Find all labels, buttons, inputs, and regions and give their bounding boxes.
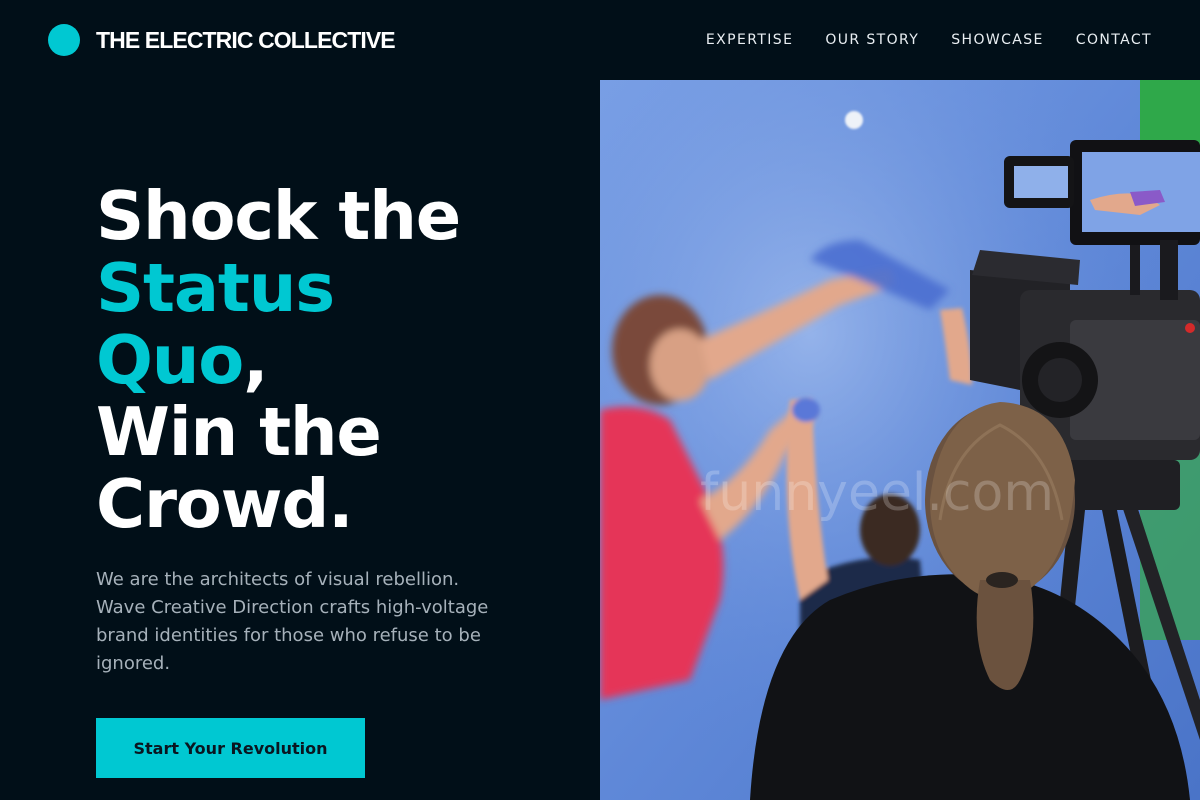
start-revolution-button[interactable]: Start Your Revolution bbox=[96, 718, 365, 778]
brand-name: THE ELECTRIC COLLECTIVE bbox=[96, 26, 396, 53]
hero-photo: funnyeel.com bbox=[600, 80, 1200, 800]
headline-accent-quo: Quo bbox=[96, 321, 244, 399]
site-header: THE ELECTRIC COLLECTIVE EXPERTISE OUR ST… bbox=[0, 0, 1200, 80]
headline-line-4: Win the bbox=[96, 393, 382, 471]
landing-page: THE ELECTRIC COLLECTIVE EXPERTISE OUR ST… bbox=[0, 0, 1200, 800]
film-set-photo: funnyeel.com bbox=[600, 80, 1200, 800]
hero-description: We are the architects of visual rebellio… bbox=[96, 569, 489, 674]
hero-headline: Shock the Status Quo, Win the Crowd. bbox=[96, 180, 566, 540]
nav-link-expertise[interactable]: EXPERTISE bbox=[706, 32, 793, 48]
headline-comma: , bbox=[243, 321, 268, 399]
nav-link-our-story[interactable]: OUR STORY bbox=[825, 32, 919, 48]
watermark-text: funnyeel.com bbox=[700, 463, 1054, 523]
headline-line-1: Shock the bbox=[96, 177, 461, 255]
main-nav: EXPERTISE OUR STORY SHOWCASE CONTACT bbox=[706, 32, 1152, 48]
brand[interactable]: THE ELECTRIC COLLECTIVE bbox=[48, 24, 396, 56]
brand-logo-icon bbox=[48, 24, 80, 56]
headline-line-3: Quo, bbox=[96, 324, 566, 396]
headline-accent-status: Status bbox=[96, 249, 335, 327]
nav-link-contact[interactable]: CONTACT bbox=[1076, 32, 1152, 48]
nav-link-showcase[interactable]: SHOWCASE bbox=[951, 32, 1044, 48]
headline-line-5: Crowd. bbox=[96, 465, 354, 543]
